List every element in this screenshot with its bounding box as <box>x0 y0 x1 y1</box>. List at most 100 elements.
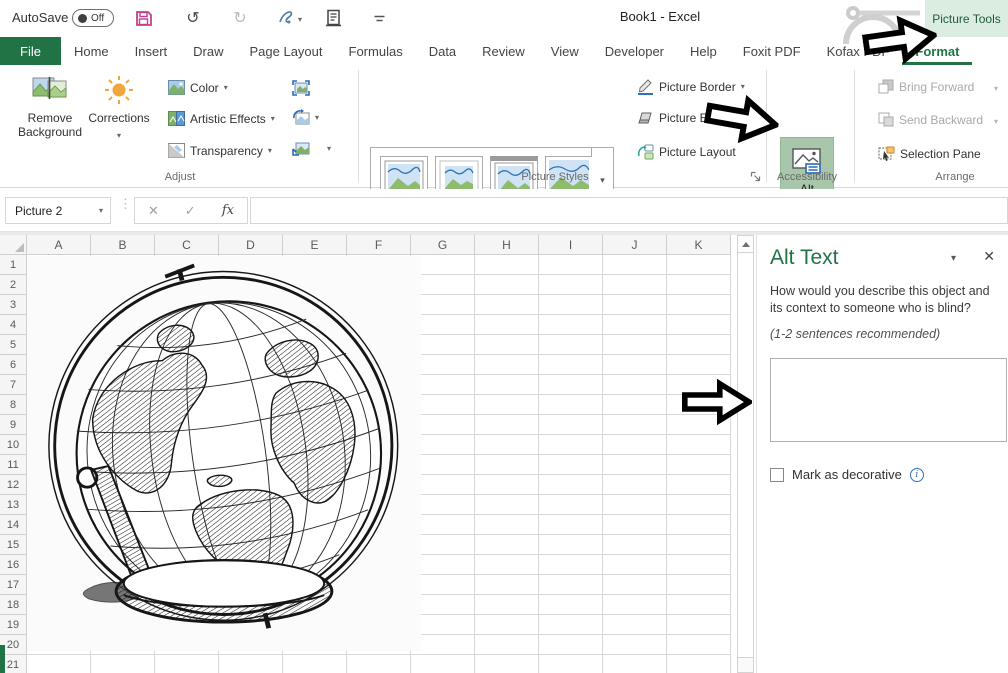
corrections-button[interactable]: Corrections ▾ <box>88 75 150 143</box>
row-header-13[interactable]: 13 <box>0 495 27 515</box>
ribbon-tabs: FileHomeInsertDrawPage LayoutFormulasDat… <box>0 37 1008 65</box>
send-backward-button[interactable]: Send Backward <box>878 112 983 127</box>
formula-bar-drag-dots[interactable]: ⋮ <box>119 201 132 207</box>
tab-data[interactable]: Data <box>416 37 469 65</box>
customize-qat-icon[interactable] <box>369 8 389 28</box>
row-header-10[interactable]: 10 <box>0 435 27 455</box>
row-header-3[interactable]: 3 <box>0 295 27 315</box>
inking-caret-icon[interactable]: ▾ <box>298 15 302 24</box>
formula-input[interactable] <box>250 197 1008 224</box>
column-header-I[interactable]: I <box>539 235 603 255</box>
tab-kofax-pdf[interactable]: Kofax PDF <box>814 37 903 65</box>
picture-border-button[interactable]: Picture Border ▾ <box>637 78 745 95</box>
bring-forward-caret-icon[interactable]: ▾ <box>994 84 998 93</box>
toggle-dot-icon <box>78 14 87 23</box>
tab-insert[interactable]: Insert <box>122 37 181 65</box>
tab-help[interactable]: Help <box>677 37 730 65</box>
enter-icon[interactable]: ✓ <box>185 203 196 219</box>
tab-review[interactable]: Review <box>469 37 538 65</box>
row-header-8[interactable]: 8 <box>0 395 27 415</box>
tab-home[interactable]: Home <box>61 37 122 65</box>
globe-picture[interactable] <box>27 256 421 651</box>
picture-tools-header: Picture Tools <box>925 0 1008 37</box>
mark-decorative-checkbox[interactable] <box>770 468 784 482</box>
row-header-4[interactable]: 4 <box>0 315 27 335</box>
picture-layout-button[interactable]: Picture Layout <box>637 144 736 160</box>
row-header-14[interactable]: 14 <box>0 515 27 535</box>
print-preview-icon[interactable] <box>323 8 343 28</box>
bring-forward-button[interactable]: Bring Forward <box>878 79 974 94</box>
alt-text-description-input[interactable] <box>770 358 1007 442</box>
reset-picture-icon[interactable] <box>292 139 312 157</box>
row-header-6[interactable]: 6 <box>0 355 27 375</box>
compress-picture-icon[interactable] <box>292 79 312 97</box>
name-box-caret-icon[interactable]: ▾ <box>99 206 103 215</box>
name-box[interactable]: Picture 2 ▾ <box>5 197 111 224</box>
row-header-18[interactable]: 18 <box>0 595 27 615</box>
quick-access-toolbar: AutoSave Off ↺ ↻ ▾ Book1 - Excel Picture… <box>0 0 1008 37</box>
change-picture-caret-icon[interactable]: ▾ <box>315 113 319 122</box>
row-header-11[interactable]: 11 <box>0 455 27 475</box>
column-header-D[interactable]: D <box>219 235 283 255</box>
tab-view[interactable]: View <box>538 37 592 65</box>
insert-function-icon[interactable]: fx <box>222 203 234 218</box>
remove-background-button[interactable]: Remove Background <box>14 75 86 139</box>
row-header-17[interactable]: 17 <box>0 575 27 595</box>
row-header-16[interactable]: 16 <box>0 555 27 575</box>
column-header-J[interactable]: J <box>603 235 667 255</box>
column-header-H[interactable]: H <box>475 235 539 255</box>
artistic-effects-button[interactable]: Artistic Effects ▾ <box>168 111 275 126</box>
corrections-caret-icon: ▾ <box>117 129 121 143</box>
row-header-1[interactable]: 1 <box>0 255 27 275</box>
transparency-button[interactable]: Transparency ▾ <box>168 143 272 158</box>
tab-draw[interactable]: Draw <box>180 37 236 65</box>
autosave-toggle[interactable]: Off <box>72 9 114 27</box>
tab-developer[interactable]: Developer <box>592 37 677 65</box>
column-header-F[interactable]: F <box>347 235 411 255</box>
cancel-icon[interactable]: ✕ <box>148 203 159 219</box>
send-backward-caret-icon[interactable]: ▾ <box>994 117 998 126</box>
tab-page-layout[interactable]: Page Layout <box>237 37 336 65</box>
save-icon[interactable] <box>133 8 153 28</box>
color-button[interactable]: Color ▾ <box>168 80 228 95</box>
undo-icon[interactable]: ↺ <box>183 8 203 28</box>
tab-formulas[interactable]: Formulas <box>336 37 416 65</box>
column-header-C[interactable]: C <box>155 235 219 255</box>
scrollbar-thumb[interactable] <box>738 254 753 658</box>
select-all-corner[interactable] <box>0 235 27 255</box>
vertical-scrollbar[interactable] <box>737 235 754 673</box>
redo-icon[interactable]: ↻ <box>230 8 250 28</box>
pane-options-caret-icon[interactable]: ▾ <box>951 253 956 264</box>
reset-picture-caret-icon[interactable]: ▾ <box>327 144 331 153</box>
row-header-19[interactable]: 19 <box>0 615 27 635</box>
pane-close-icon[interactable]: ✕ <box>983 248 995 265</box>
column-headers: ABCDEFGHIJK <box>27 235 731 255</box>
row-header-2[interactable]: 2 <box>0 275 27 295</box>
picture-styles-group-label: Picture Styles <box>500 171 610 183</box>
picture-effects-button[interactable]: Picture Effects ▾ <box>637 111 745 125</box>
inking-icon[interactable] <box>276 8 296 28</box>
formula-buttons: ✕ ✓ fx <box>134 197 248 224</box>
tab-file[interactable]: File <box>0 37 61 65</box>
row-header-15[interactable]: 15 <box>0 535 27 555</box>
row-header-7[interactable]: 7 <box>0 375 27 395</box>
column-header-A[interactable]: A <box>27 235 91 255</box>
ribbon: Remove Background Corrections ▾ Color ▾ … <box>0 65 1008 188</box>
tab-format[interactable]: Format <box>902 37 972 65</box>
tab-foxit-pdf[interactable]: Foxit PDF <box>730 37 814 65</box>
group-separator <box>766 70 767 182</box>
row-header-5[interactable]: 5 <box>0 335 27 355</box>
change-picture-icon[interactable] <box>292 108 312 126</box>
selection-pane-button[interactable]: Selection Pane <box>878 146 981 161</box>
pane-title: Alt Text <box>770 246 838 270</box>
row-header-12[interactable]: 12 <box>0 475 27 495</box>
row-header-9[interactable]: 9 <box>0 415 27 435</box>
column-header-E[interactable]: E <box>283 235 347 255</box>
scroll-up-icon[interactable] <box>738 236 753 253</box>
column-header-B[interactable]: B <box>91 235 155 255</box>
column-header-G[interactable]: G <box>411 235 475 255</box>
column-header-K[interactable]: K <box>667 235 731 255</box>
info-icon[interactable]: i <box>910 468 924 482</box>
document-title: Book1 - Excel <box>560 9 760 24</box>
picture-styles-dialog-launcher-icon[interactable] <box>750 171 761 182</box>
